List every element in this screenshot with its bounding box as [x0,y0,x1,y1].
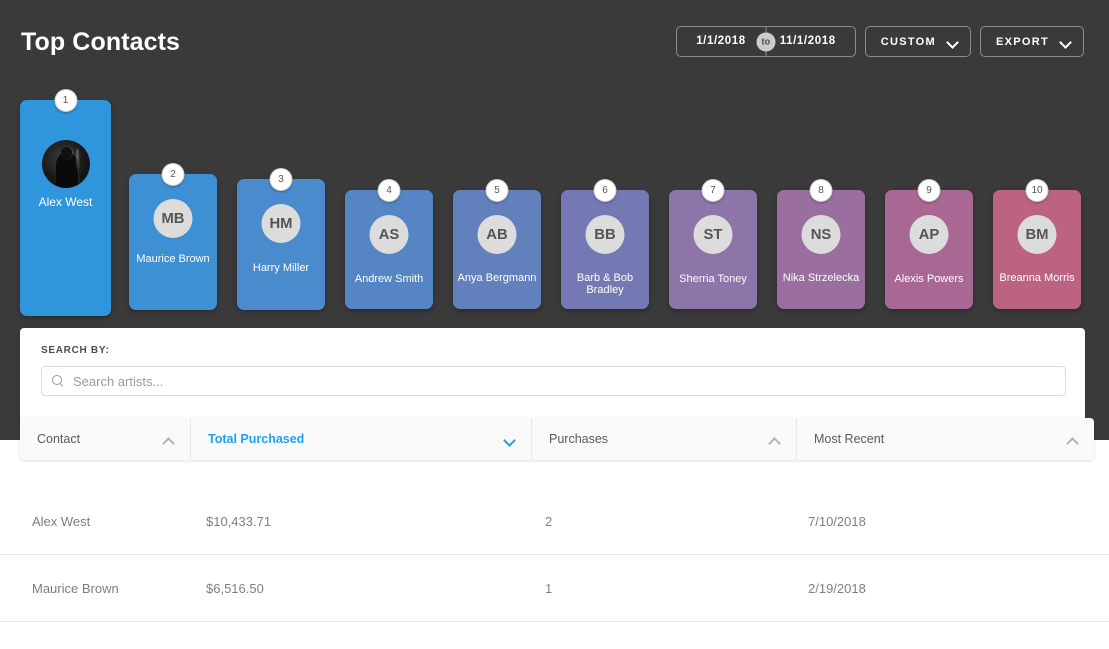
avatar-initials: AB [477,215,517,254]
contact-card[interactable]: 2 MB Maurice Brown [129,163,217,310]
page-title: Top Contacts [21,28,181,56]
contact-card[interactable]: 10 BM Breanna Morris [993,179,1081,309]
rank-badge: 6 [593,179,617,202]
cell-purchases: 2 [545,513,553,529]
search-panel: SEARCH BY: [20,328,1085,424]
column-header-label: Total Purchased [208,432,305,446]
contact-card-name: Nika Strzelecka [782,272,860,284]
search-input[interactable] [73,373,985,389]
contact-card-name: Maurice Brown [136,253,210,265]
contact-card-name: Alexis Powers [894,273,964,285]
contacts-table: Alex West $10,433.71 2 7/10/2018 Maurice Bro… [0,418,1109,649]
rank-badge: 10 [1025,179,1049,202]
avatar-initials: MB [153,199,193,238]
cell-total-purchased: $6,516.50 [206,580,264,596]
column-header-contact[interactable]: Contact [20,418,191,460]
contact-card[interactable]: 1 Alex West [20,89,111,316]
avatar-initials: ST [693,215,733,254]
contact-card[interactable]: 9 AP Alexis Powers [885,179,973,309]
rank-badge: 8 [809,179,833,202]
contact-card-name: Alex West [38,195,93,209]
cell-most-recent: 7/10/2018 [808,513,866,529]
search-field-wrapper[interactable] [41,366,1066,396]
export-dropdown[interactable]: EXPORT [979,26,1084,57]
chevron-up-icon [164,435,173,444]
cell-contact: Alex West [32,513,91,529]
column-header-most-recent[interactable]: Most Recent [797,418,1094,460]
date-range-to-badge: to [756,32,776,51]
table-row[interactable]: Harry Miller$6,300.0014/16/2018 [0,622,1109,649]
cell-purchases: 1 [545,580,553,596]
avatar-initials: AP [909,215,949,254]
top-contacts-podium: 1 Alex West 2 MB Maurice Brown 3 HM Harry Mille… [0,86,1109,316]
header-controls: 1/1/2018 to 11/1/2018 CUSTOM EXPORT [676,26,1084,57]
rank-badge: 5 [485,179,509,202]
column-header-label: Most Recent [814,432,885,446]
contact-card-name: Anya Bergmann [457,272,537,284]
search-icon [52,375,64,387]
top-contacts-page: Top Contacts 1/1/2018 to 11/1/2018 CUSTO… [0,0,1109,649]
column-header-total-purchased[interactable]: Total Purchased [191,418,532,460]
contact-card[interactable]: 3 HM Harry Miller [237,168,325,310]
date-range-start[interactable]: 1/1/2018 [679,27,763,56]
contact-card[interactable]: 6 BB Barb & Bob Bradley [561,179,649,309]
avatar-highlight [75,148,79,173]
avatar-initials: AS [369,215,409,254]
avatar-initials: HM [261,204,301,243]
table-row[interactable]: Alex West $10,433.71 2 7/10/2018 [0,488,1109,555]
contact-card[interactable]: 5 AB Anya Bergmann [453,179,541,309]
avatar-photo [41,140,90,188]
rank-badge: 9 [917,179,941,202]
chevron-up-icon [1068,435,1077,444]
date-range-end[interactable]: 11/1/2018 [763,27,853,56]
contact-card[interactable]: 4 AS Andrew Smith [345,179,433,309]
rank-badge: 2 [161,163,185,186]
cell-total-purchased: $10,433.71 [206,513,272,529]
rank-badge: 7 [701,179,725,202]
custom-range-label: CUSTOM [880,35,936,48]
table-body: Alex West $10,433.71 2 7/10/2018 Maurice Bro… [0,440,1109,649]
column-header-purchases[interactable]: Purchases [532,418,797,460]
cell-most-recent: 2/19/2018 [808,580,866,596]
rank-badge: 1 [54,89,77,112]
contact-card-name: Harry Miller [252,262,310,274]
table-row[interactable]: Maurice Brown $6,516.50 1 2/19/2018 [0,555,1109,622]
avatar-initials: BB [585,215,625,254]
column-header-label: Contact [37,432,81,446]
cell-contact: Maurice Brown [32,580,119,596]
contact-card-name: Breanna Morris [999,272,1075,284]
avatar-initials: BM [1017,215,1057,254]
chevron-down-icon [505,435,514,444]
date-range-picker[interactable]: 1/1/2018 to 11/1/2018 [676,26,856,57]
avatar-head [60,146,73,160]
rank-badge: 4 [377,179,401,202]
export-label: EXPORT [995,35,1049,48]
custom-range-dropdown[interactable]: CUSTOM [864,26,971,57]
contact-card-name: Sherria Toney [679,273,747,285]
chevron-down-icon [1061,37,1070,46]
contact-card[interactable]: 7 ST Sherria Toney [669,179,757,309]
table-header-row: Contact Total Purchased Purchases Most Rece… [20,418,1094,460]
chevron-down-icon [948,37,957,46]
contact-card-name: Andrew Smith [354,273,424,285]
chevron-up-icon [770,435,779,444]
rank-badge: 3 [269,168,293,191]
column-header-label: Purchases [549,432,609,446]
avatar-initials: NS [801,215,841,254]
page-header: Top Contacts 1/1/2018 to 11/1/2018 CUSTO… [0,0,1109,86]
contact-card-name: Barb & Bob Bradley [576,272,634,296]
contact-card[interactable]: 8 NS Nika Strzelecka [777,179,865,309]
search-by-label: SEARCH BY: [41,345,110,356]
